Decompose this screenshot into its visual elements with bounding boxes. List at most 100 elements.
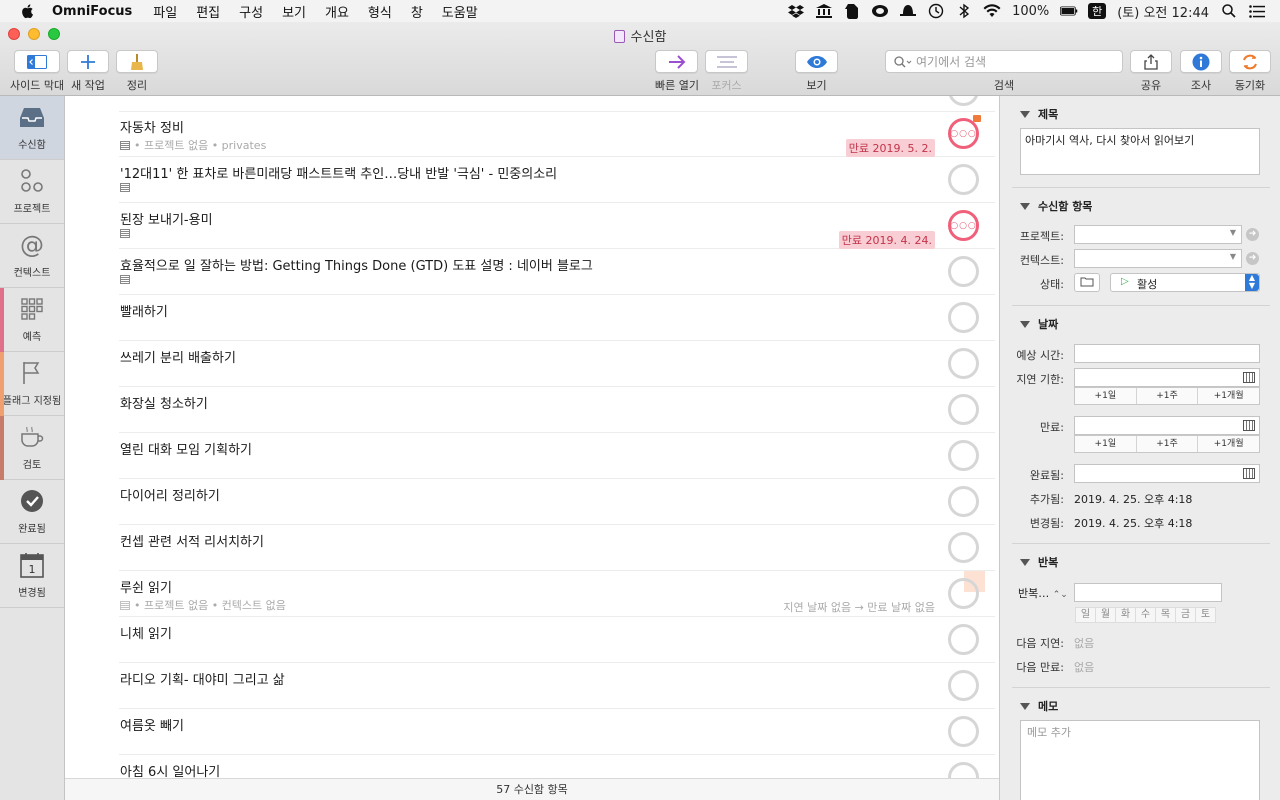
task-title[interactable]: 화장실 청소하기 bbox=[120, 393, 208, 412]
task-title[interactable]: 라디오 기획- 대야미 그리고 삶 bbox=[120, 669, 285, 688]
menu-clock[interactable]: (토) 오전 12:44 bbox=[1117, 2, 1209, 21]
task-row[interactable]: 쓰레기 분리 배출하기 bbox=[119, 341, 995, 387]
due-plus-day-button[interactable]: +1일 bbox=[1075, 436, 1137, 452]
share-button[interactable] bbox=[1130, 50, 1172, 73]
folder-button[interactable] bbox=[1074, 273, 1100, 292]
task-checkbox[interactable] bbox=[948, 578, 979, 609]
menu-window[interactable]: 창 bbox=[411, 2, 423, 21]
sidebar-item-completed[interactable]: 완료됨 bbox=[0, 480, 64, 544]
task-title[interactable]: 된장 보내기-용미 bbox=[120, 209, 213, 228]
sidebar-item-inbox[interactable]: 수신함 bbox=[0, 96, 64, 160]
task-title[interactable]: 다이어리 정리하기 bbox=[120, 485, 220, 504]
task-title[interactable]: '12대11' 한 표차로 바른미래당 패스트트랙 추인…당내 반발 '극심' … bbox=[120, 163, 557, 182]
calendar-picker-icon[interactable] bbox=[1243, 420, 1255, 431]
menu-view[interactable]: 보기 bbox=[282, 2, 306, 21]
weekday-thu[interactable]: 목 bbox=[1155, 607, 1176, 623]
museum-icon[interactable] bbox=[815, 3, 833, 19]
task-row[interactable]: 라디오 기획- 대야미 그리고 삶 bbox=[119, 663, 995, 709]
task-title[interactable]: 루쉰 읽기 bbox=[120, 577, 172, 596]
weekday-sat[interactable]: 토 bbox=[1195, 607, 1216, 623]
task-title[interactable]: 효율적으로 일 잘하는 방법: Getting Things Done (GTD… bbox=[120, 255, 593, 274]
task-row[interactable]: 컨셉 관련 서적 리서치하기 bbox=[119, 525, 995, 571]
task-row[interactable]: 여름옷 빼기 bbox=[119, 709, 995, 755]
task-title[interactable]: 컨셉 관련 서적 리서치하기 bbox=[120, 531, 264, 550]
task-checkbox[interactable] bbox=[948, 440, 979, 471]
menu-help[interactable]: 도움말 bbox=[442, 2, 478, 21]
defer-plus-month-button[interactable]: +1개월 bbox=[1198, 388, 1259, 404]
task-checkbox[interactable] bbox=[948, 532, 979, 563]
task-row[interactable]: 니체 읽기 bbox=[119, 617, 995, 663]
repeat-section-header[interactable]: 반복 bbox=[1020, 554, 1058, 570]
task-row[interactable]: 다이어리 정리하기 bbox=[119, 479, 995, 525]
sidebar-item-flagged[interactable]: 플래그 지정됨 bbox=[0, 352, 64, 416]
inspect-button[interactable] bbox=[1180, 50, 1222, 73]
project-go-icon[interactable]: ➜ bbox=[1246, 228, 1259, 241]
cleanup-button[interactable] bbox=[116, 50, 158, 73]
status-popup[interactable]: ▷ 활성 ▲ ▼ bbox=[1110, 273, 1260, 292]
task-row[interactable]: 루쉰 읽기 • 프로젝트 없음 • 컨텍스트 없음 지연 날짜 없음 → 만료 … bbox=[119, 571, 995, 617]
completed-date-field[interactable] bbox=[1074, 464, 1260, 483]
task-checkbox[interactable] bbox=[948, 716, 979, 747]
task-checkbox[interactable] bbox=[948, 348, 979, 379]
due-date-field[interactable] bbox=[1074, 416, 1260, 435]
sidebar-toggle-button[interactable] bbox=[14, 50, 61, 73]
repeat-interval-field[interactable] bbox=[1074, 583, 1222, 602]
task-title[interactable]: 열린 대화 모임 기획하기 bbox=[120, 439, 252, 458]
due-plus-week-button[interactable]: +1주 bbox=[1137, 436, 1199, 452]
title-textarea[interactable]: 아마기시 역사, 다시 찾아서 읽어보기 bbox=[1020, 128, 1260, 175]
due-plus-month-button[interactable]: +1개월 bbox=[1198, 436, 1259, 452]
quick-open-button[interactable] bbox=[655, 50, 699, 73]
new-task-button[interactable] bbox=[67, 50, 109, 73]
task-checkbox[interactable] bbox=[948, 394, 979, 425]
task-row[interactable]: 효율적으로 일 잘하는 방법: Getting Things Done (GTD… bbox=[119, 249, 995, 295]
menu-organize[interactable]: 구성 bbox=[239, 2, 263, 21]
defer-plus-day-button[interactable]: +1일 bbox=[1075, 388, 1137, 404]
task-row[interactable]: '12대11' 한 표차로 바른미래당 패스트트랙 추인…당내 반발 '극심' … bbox=[119, 157, 995, 203]
calendar-picker-icon[interactable] bbox=[1243, 468, 1255, 479]
spotlight-search-icon[interactable] bbox=[1220, 3, 1238, 19]
weekday-mon[interactable]: 월 bbox=[1095, 607, 1116, 623]
evernote-icon[interactable] bbox=[843, 3, 861, 19]
task-row[interactable]: 빨래하기 bbox=[119, 295, 995, 341]
estimate-field[interactable] bbox=[1074, 344, 1260, 363]
defer-date-field[interactable] bbox=[1074, 368, 1260, 387]
repeat-popup[interactable]: 반복… ⌃⌄ bbox=[1018, 585, 1068, 601]
sidebar-item-projects[interactable]: 프로젝트 bbox=[0, 160, 64, 224]
input-source-icon[interactable]: 한 bbox=[1088, 3, 1107, 19]
wifi-icon[interactable] bbox=[983, 3, 1001, 19]
menu-app-name[interactable]: OmniFocus bbox=[52, 4, 132, 19]
task-checkbox[interactable] bbox=[948, 670, 979, 701]
inbox-section-header[interactable]: 수신함 항목 bbox=[1020, 198, 1092, 214]
project-combobox[interactable]: ▼ bbox=[1074, 225, 1242, 244]
time-machine-icon[interactable] bbox=[927, 3, 945, 19]
weekday-fri[interactable]: 금 bbox=[1175, 607, 1196, 623]
sidebar-item-contexts[interactable]: @ 컨텍스트 bbox=[0, 224, 64, 288]
calendar-picker-icon[interactable] bbox=[1243, 372, 1255, 383]
defer-plus-week-button[interactable]: +1주 bbox=[1137, 388, 1199, 404]
task-checkbox[interactable] bbox=[948, 624, 979, 655]
task-checkbox-overdue[interactable]: ○○○ bbox=[948, 118, 979, 149]
task-checkbox-overdue[interactable]: ○○○ bbox=[948, 210, 979, 241]
task-checkbox-partial[interactable] bbox=[948, 96, 979, 106]
task-row[interactable]: 열린 대화 모임 기획하기 bbox=[119, 433, 995, 479]
sidebar-item-changed[interactable]: 1 변경됨 bbox=[0, 544, 64, 608]
focus-button[interactable] bbox=[705, 50, 748, 73]
task-checkbox[interactable] bbox=[948, 256, 979, 287]
menu-format[interactable]: 형식 bbox=[368, 2, 392, 21]
task-row[interactable]: 된장 보내기-용미 만료 2019. 4. 24. ○○○ bbox=[119, 203, 995, 249]
task-title[interactable]: 여름옷 빼기 bbox=[120, 715, 184, 734]
hat-icon[interactable] bbox=[899, 3, 917, 19]
sidebar-item-review[interactable]: 검토 bbox=[0, 416, 64, 480]
context-go-icon[interactable]: ➜ bbox=[1246, 252, 1259, 265]
task-row[interactable]: 자동차 정비 • 프로젝트 없음 • privates 만료 2019. 5. … bbox=[119, 111, 995, 157]
weekday-sun[interactable]: 일 bbox=[1075, 607, 1096, 623]
dropbox-icon[interactable] bbox=[787, 3, 805, 19]
battery-icon[interactable] bbox=[1060, 3, 1078, 19]
task-title[interactable]: 니체 읽기 bbox=[120, 623, 172, 642]
note-textarea[interactable]: 메모 추가 bbox=[1020, 720, 1260, 800]
task-title[interactable]: 빨래하기 bbox=[120, 301, 168, 320]
task-row[interactable]: 화장실 청소하기 bbox=[119, 387, 995, 433]
date-section-header[interactable]: 날짜 bbox=[1020, 316, 1058, 332]
task-title[interactable]: 자동차 정비 bbox=[120, 117, 184, 136]
task-title[interactable]: 쓰레기 분리 배출하기 bbox=[120, 347, 236, 366]
